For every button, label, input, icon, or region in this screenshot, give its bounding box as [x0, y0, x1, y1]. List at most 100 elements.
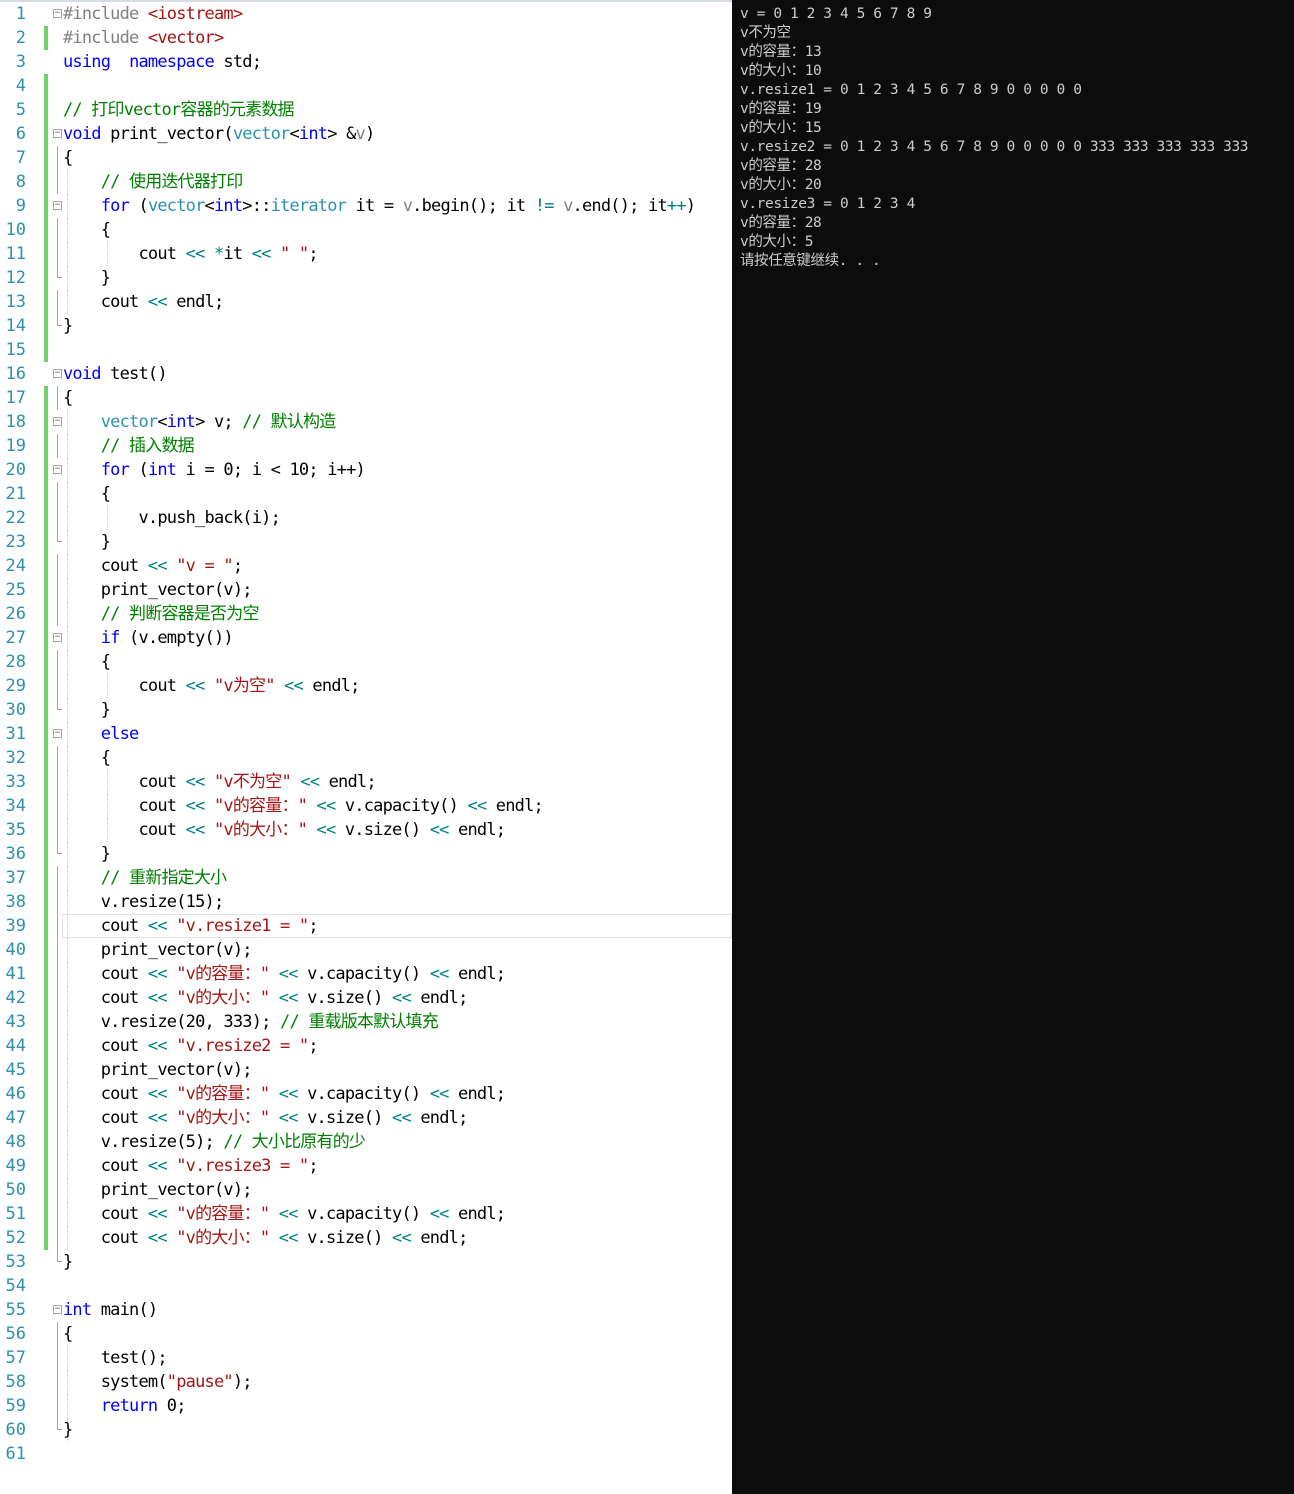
code-line[interactable]: 37 // 重新指定大小	[0, 866, 732, 890]
code-line[interactable]: 29 cout << "v为空" << endl;	[0, 674, 732, 698]
code-line[interactable]: 61	[0, 1442, 732, 1466]
code-line[interactable]: 15	[0, 338, 732, 362]
code-text[interactable]: int main()	[63, 1298, 158, 1322]
code-line[interactable]: 2 #include <vector>	[0, 26, 732, 50]
code-line[interactable]: 22 v.push_back(i);	[0, 506, 732, 530]
code-text[interactable]: cout << "v的容量：" << v.capacity() << endl;	[63, 962, 506, 986]
code-text[interactable]: {	[63, 746, 111, 770]
code-line[interactable]: 23 }	[0, 530, 732, 554]
code-line[interactable]: 49 cout << "v.resize3 = ";	[0, 1154, 732, 1178]
code-text[interactable]: #include <vector>	[63, 26, 224, 50]
code-line[interactable]: 11 cout << *it << " ";	[0, 242, 732, 266]
code-text[interactable]: cout << "v的容量：" << v.capacity() << endl;	[63, 794, 543, 818]
code-line[interactable]: 48 v.resize(5); // 大小比原有的少	[0, 1130, 732, 1154]
code-text[interactable]: print_vector(v);	[63, 1058, 253, 1082]
code-text[interactable]: cout << "v.resize2 = ";	[63, 1034, 319, 1058]
code-line[interactable]: 20 − for (int i = 0; i < 10; i++)	[0, 458, 732, 482]
fold-toggle-icon[interactable]: −	[53, 729, 62, 738]
code-text[interactable]: cout << "v的大小：" << v.size() << endl;	[63, 1226, 469, 1250]
code-text[interactable]: }	[63, 530, 111, 554]
code-line[interactable]: 58 system("pause");	[0, 1370, 732, 1394]
code-line[interactable]: 55 − int main()	[0, 1298, 732, 1322]
code-line[interactable]: 30 }	[0, 698, 732, 722]
code-line[interactable]: 6 − void print_vector(vector<int> &v)	[0, 122, 732, 146]
code-text[interactable]: using namespace std;	[63, 50, 262, 74]
code-line[interactable]: 51 cout << "v的容量：" << v.capacity() << en…	[0, 1202, 732, 1226]
code-line[interactable]: 18 − vector<int> v; // 默认构造	[0, 410, 732, 434]
fold-toggle-icon[interactable]: −	[53, 417, 62, 426]
code-text[interactable]: v.resize(5); // 大小比原有的少	[63, 1130, 366, 1154]
code-text[interactable]: cout << "v = ";	[63, 554, 243, 578]
code-line[interactable]: 4	[0, 74, 732, 98]
code-line[interactable]: 27 − if (v.empty())	[0, 626, 732, 650]
code-lines[interactable]: 1− #include <iostream> 2 #include <vector> 3…	[0, 2, 732, 1466]
code-text[interactable]: #include <iostream>	[63, 2, 243, 26]
code-line[interactable]: 16 − void test()	[0, 362, 732, 386]
code-line[interactable]: 19 // 插入数据	[0, 434, 732, 458]
code-line[interactable]: 44 cout << "v.resize2 = ";	[0, 1034, 732, 1058]
code-line[interactable]: 32 {	[0, 746, 732, 770]
code-text[interactable]: // 判断容器是否为空	[63, 602, 260, 626]
code-text[interactable]: void print_vector(vector<int> &v)	[63, 122, 375, 146]
code-text[interactable]: }	[63, 314, 73, 338]
code-text[interactable]: cout << "v为空" << endl;	[63, 674, 360, 698]
code-text[interactable]: {	[63, 1322, 73, 1346]
code-line[interactable]: 46 cout << "v的容量：" << v.capacity() << en…	[0, 1082, 732, 1106]
fold-toggle-icon[interactable]: −	[53, 9, 62, 18]
code-line[interactable]: 12 }	[0, 266, 732, 290]
code-editor[interactable]: 1− #include <iostream> 2 #include <vector> 3…	[0, 0, 732, 1494]
code-line[interactable]: 24 cout << "v = ";	[0, 554, 732, 578]
code-line[interactable]: 50 print_vector(v);	[0, 1178, 732, 1202]
code-line[interactable]: 45 print_vector(v);	[0, 1058, 732, 1082]
code-line[interactable]: 13 cout << endl;	[0, 290, 732, 314]
fold-toggle-icon[interactable]: −	[53, 369, 62, 378]
code-text[interactable]: }	[63, 842, 111, 866]
code-text[interactable]: cout << *it << " ";	[63, 242, 318, 266]
code-text[interactable]: vector<int> v; // 默认构造	[63, 410, 336, 434]
code-line[interactable]: 21 {	[0, 482, 732, 506]
code-line[interactable]: 28 {	[0, 650, 732, 674]
code-line[interactable]: 38 v.resize(15);	[0, 890, 732, 914]
code-line[interactable]: 39 cout << "v.resize1 = ";	[0, 914, 732, 938]
code-line[interactable]: 10 {	[0, 218, 732, 242]
code-text[interactable]: {	[63, 386, 73, 410]
code-text[interactable]: v.resize(15);	[63, 890, 224, 914]
code-line[interactable]: 57 test();	[0, 1346, 732, 1370]
code-text[interactable]: system("pause");	[63, 1370, 253, 1394]
code-line[interactable]: 31 − else	[0, 722, 732, 746]
code-text[interactable]: cout << endl;	[63, 290, 224, 314]
code-text[interactable]: cout << "v.resize3 = ";	[63, 1154, 319, 1178]
code-text[interactable]: // 重新指定大小	[63, 866, 227, 890]
code-line[interactable]: 34 cout << "v的容量：" << v.capacity() << en…	[0, 794, 732, 818]
code-text[interactable]: print_vector(v);	[63, 1178, 253, 1202]
code-text[interactable]: {	[63, 650, 111, 674]
code-text[interactable]: {	[63, 146, 73, 170]
code-text[interactable]: for (vector<int>::iterator it = v.begin(…	[63, 194, 696, 218]
code-line[interactable]: 14}	[0, 314, 732, 338]
code-line[interactable]: 43 v.resize(20, 333); // 重载版本默认填充	[0, 1010, 732, 1034]
code-line[interactable]: 60}	[0, 1418, 732, 1442]
code-text[interactable]: if (v.empty())	[63, 626, 234, 650]
code-text[interactable]: cout << "v的容量：" << v.capacity() << endl;	[63, 1202, 506, 1226]
code-line[interactable]: 9− for (vector<int>::iterator it = v.beg…	[0, 194, 732, 218]
code-line[interactable]: 7{	[0, 146, 732, 170]
code-line[interactable]: 35 cout << "v的大小：" << v.size() << endl;	[0, 818, 732, 842]
code-text[interactable]: return 0;	[63, 1394, 187, 1418]
code-line[interactable]: 3 using namespace std;	[0, 50, 732, 74]
code-line[interactable]: 25 print_vector(v);	[0, 578, 732, 602]
code-text[interactable]: cout << "v不为空" << endl;	[63, 770, 376, 794]
fold-toggle-icon[interactable]: −	[53, 129, 62, 138]
code-line[interactable]: 54	[0, 1274, 732, 1298]
fold-toggle-icon[interactable]: −	[53, 1305, 62, 1314]
code-line[interactable]: 1 − #include <iostream>	[0, 2, 732, 26]
code-line[interactable]: 36 }	[0, 842, 732, 866]
code-text[interactable]: {	[63, 218, 111, 242]
code-text[interactable]: v.resize(20, 333); // 重载版本默认填充	[63, 1010, 439, 1034]
code-text[interactable]: cout << "v的大小：" << v.size() << endl;	[63, 818, 506, 842]
fold-toggle-icon[interactable]: −	[53, 633, 62, 642]
code-line[interactable]: 33 cout << "v不为空" << endl;	[0, 770, 732, 794]
fold-toggle-icon[interactable]: −	[53, 201, 62, 210]
code-text[interactable]: }	[63, 1418, 73, 1442]
code-line[interactable]: 5 // 打印vector容器的元素数据	[0, 98, 732, 122]
code-line[interactable]: 52 cout << "v的大小：" << v.size() << endl;	[0, 1226, 732, 1250]
